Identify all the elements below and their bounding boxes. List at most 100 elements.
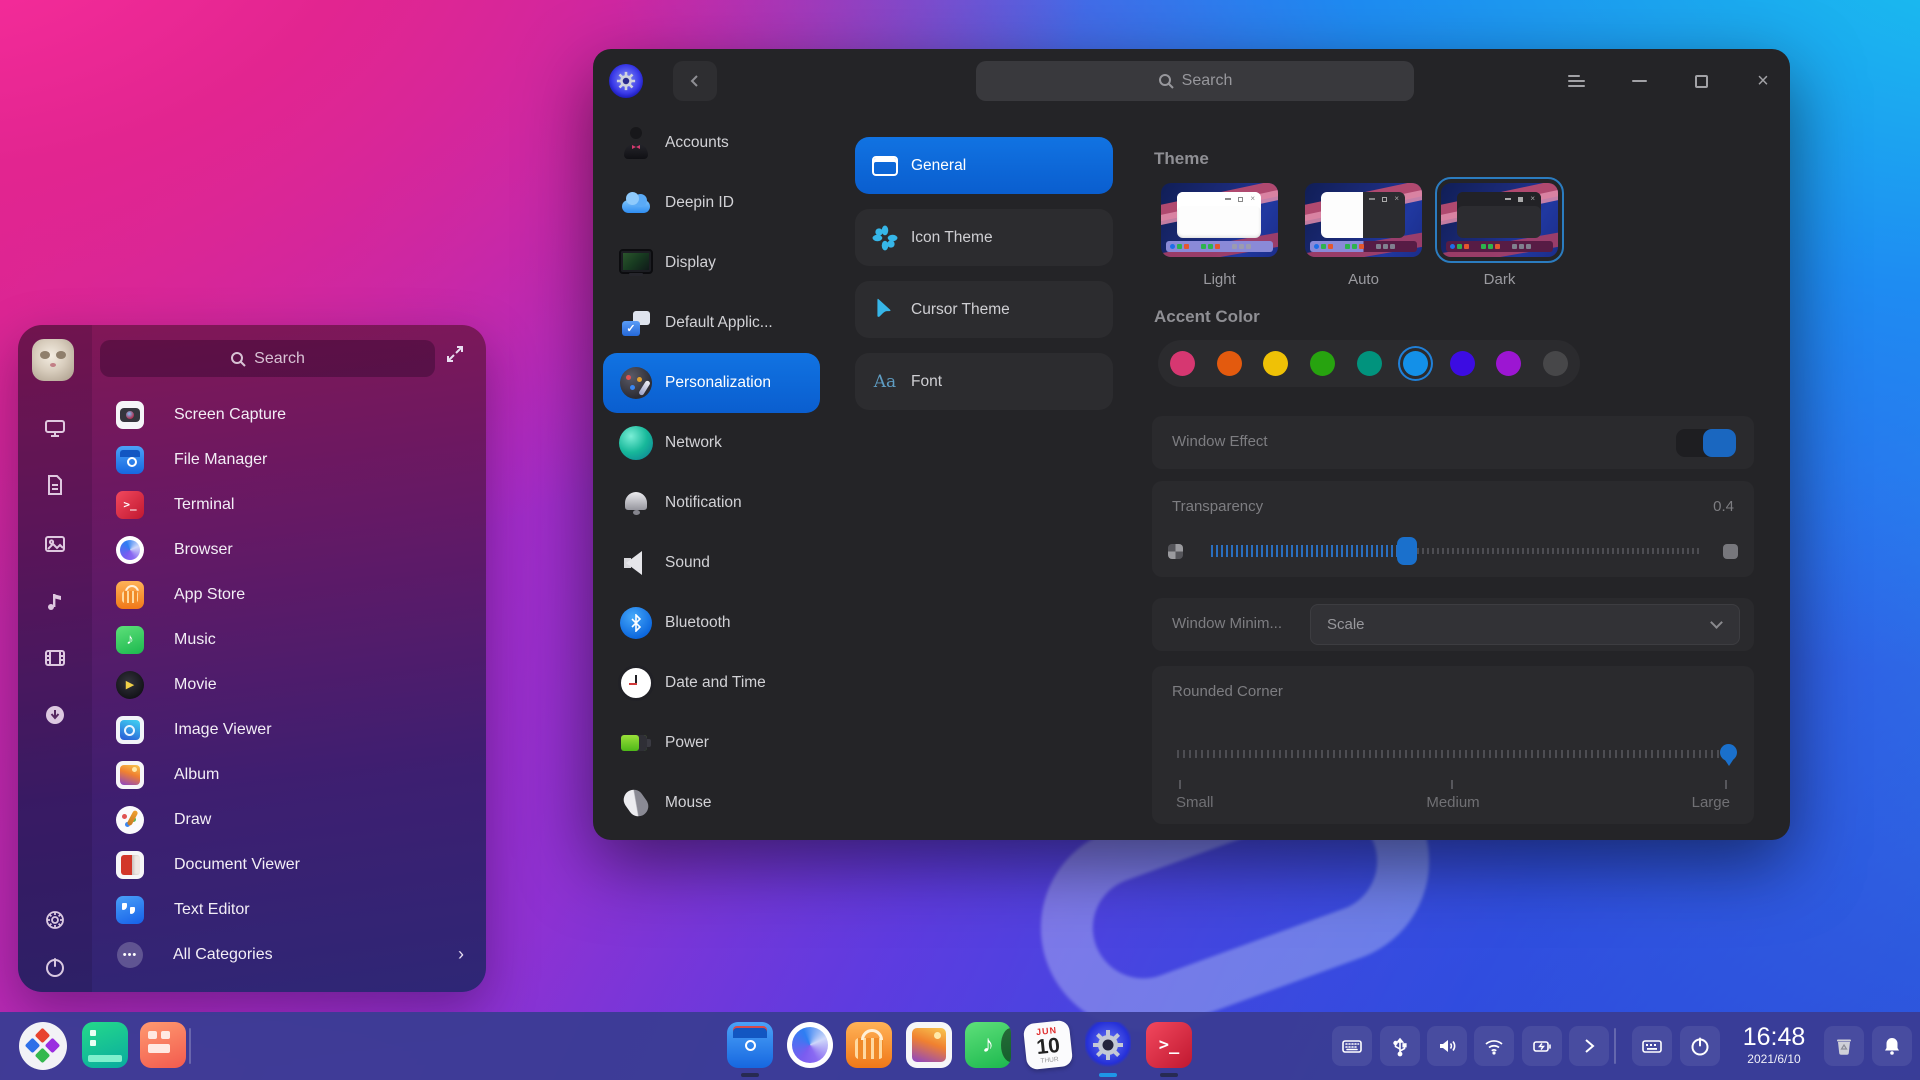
transparency-slider[interactable]	[1152, 531, 1754, 571]
sidebar-item-power[interactable]: Power	[603, 713, 820, 773]
back-button[interactable]	[673, 61, 717, 101]
personalization-icon	[617, 364, 655, 402]
transparency-slider-handle[interactable]	[1397, 537, 1417, 565]
launcher-app-screen-capture[interactable]: Screen Capture	[92, 392, 486, 437]
sidebar-item-network[interactable]: Network	[603, 413, 820, 473]
sidebar-item-accounts[interactable]: Accounts	[603, 113, 820, 173]
dock-show-desktop-button[interactable]	[82, 1022, 128, 1068]
dock-control-center[interactable]	[1085, 1022, 1131, 1068]
default-apps-icon	[617, 304, 655, 342]
dock-browser[interactable]	[787, 1022, 833, 1068]
theme-option-auto[interactable]: × Auto	[1305, 183, 1422, 288]
launcher-app-file-manager[interactable]: File Manager	[92, 437, 486, 482]
window-minimize-button[interactable]	[1616, 63, 1662, 99]
sidebar-item-sound[interactable]: Sound	[603, 533, 820, 593]
accent-swatch-blue-selected[interactable]	[1403, 351, 1428, 376]
rounded-corner-slider-handle[interactable]	[1720, 744, 1737, 761]
launcher-fullscreen-toggle-icon[interactable]	[445, 344, 465, 364]
tray-battery[interactable]	[1522, 1026, 1562, 1066]
accent-swatch-indigo[interactable]	[1450, 351, 1475, 376]
tray-keyboard-layout[interactable]	[1332, 1026, 1372, 1066]
dock-launcher-button[interactable]	[19, 1022, 67, 1070]
tab-cursor-theme[interactable]: Cursor Theme	[855, 281, 1113, 338]
launcher-power-icon[interactable]	[44, 956, 66, 978]
desktop: Search Screen Capture File Manager >_Ter…	[0, 0, 1920, 1080]
sidebar-label: Sound	[665, 554, 710, 572]
launcher-app-terminal[interactable]: >_Terminal	[92, 482, 486, 527]
accent-swatch-pink[interactable]	[1170, 351, 1195, 376]
launcher-app-app-store[interactable]: App Store	[92, 572, 486, 617]
launcher-search-input[interactable]: Search	[100, 340, 435, 377]
window-frame-icon	[872, 153, 898, 179]
launcher-panel: Search Screen Capture File Manager >_Ter…	[18, 325, 486, 992]
minimize-effect-dropdown[interactable]: Scale	[1310, 604, 1740, 645]
launcher-app-document-viewer[interactable]: Document Viewer	[92, 842, 486, 887]
accent-swatch-yellow[interactable]	[1263, 351, 1288, 376]
dock-notification-center[interactable]	[1872, 1026, 1912, 1066]
launcher-app-browser[interactable]: Browser	[92, 527, 486, 572]
user-avatar[interactable]	[32, 339, 74, 381]
category-documents-icon[interactable]	[44, 474, 66, 496]
tray-wifi[interactable]	[1474, 1026, 1514, 1066]
theme-option-dark-selected[interactable]: × Dark	[1441, 183, 1558, 288]
clock-icon	[617, 664, 655, 702]
launcher-app-image-viewer[interactable]: Image Viewer	[92, 707, 486, 752]
window-menu-button[interactable]	[1553, 63, 1599, 99]
accent-swatch-green[interactable]	[1310, 351, 1335, 376]
tab-icon-theme[interactable]: Icon Theme	[855, 209, 1113, 266]
category-pictures-icon[interactable]	[44, 533, 66, 555]
settings-search-input[interactable]: Search	[976, 61, 1414, 101]
app-label: Terminal	[174, 496, 234, 514]
launcher-settings-icon[interactable]	[44, 909, 66, 931]
accent-swatch-orange[interactable]	[1217, 351, 1242, 376]
rounded-corner-slider[interactable]	[1177, 750, 1729, 758]
sidebar-item-notification[interactable]: Notification	[603, 473, 820, 533]
launcher-app-draw[interactable]: Draw	[92, 797, 486, 842]
sidebar-item-personalization[interactable]: Personalization	[603, 353, 820, 413]
tab-general[interactable]: General	[855, 137, 1113, 194]
transparency-value: 0.4	[1713, 498, 1734, 515]
all-categories-button[interactable]: ••• All Categories ›	[92, 932, 486, 977]
sidebar-item-deepin-id[interactable]: Deepin ID	[603, 173, 820, 233]
subnav-label: General	[911, 157, 966, 175]
category-desktop-icon[interactable]	[44, 417, 66, 439]
dock-clock[interactable]: 16:48 2021/6/10	[1728, 1024, 1820, 1067]
tab-font[interactable]: AaFont	[855, 353, 1113, 410]
theme-option-light[interactable]: × Light	[1161, 183, 1278, 288]
category-videos-icon[interactable]	[44, 647, 66, 669]
accent-swatch-purple[interactable]	[1496, 351, 1521, 376]
dock-album[interactable]	[906, 1022, 952, 1068]
window-effect-toggle[interactable]	[1676, 429, 1736, 457]
sidebar-label: Network	[665, 434, 722, 452]
sidebar-item-date-and-time[interactable]: Date and Time	[603, 653, 820, 713]
tray-usb[interactable]	[1380, 1026, 1420, 1066]
category-music-icon[interactable]	[44, 590, 66, 612]
launcher-app-music[interactable]: ♪Music	[92, 617, 486, 662]
launcher-app-movie[interactable]: ▶Movie	[92, 662, 486, 707]
sidebar-item-display[interactable]: Display	[603, 233, 820, 293]
control-center-running-indicator	[1099, 1073, 1117, 1077]
dock-calendar[interactable]: JUN 10 THUR	[1023, 1020, 1074, 1071]
app-label: Draw	[174, 811, 211, 829]
tray-expand-chevron[interactable]	[1569, 1026, 1609, 1066]
launcher-app-text-editor[interactable]: Text Editor	[92, 887, 486, 932]
dock-app-store[interactable]	[846, 1022, 892, 1068]
dock-terminal[interactable]: >_	[1146, 1022, 1192, 1068]
accent-swatch-teal[interactable]	[1357, 351, 1382, 376]
tray-volume[interactable]	[1427, 1026, 1467, 1066]
category-downloads-icon[interactable]	[44, 704, 66, 726]
window-maximize-button[interactable]	[1678, 63, 1724, 99]
sidebar-item-default-applications[interactable]: Default Applic...	[603, 293, 820, 353]
dock-file-manager[interactable]	[727, 1022, 773, 1068]
window-close-button[interactable]: ×	[1740, 63, 1786, 99]
sidebar-item-bluetooth[interactable]: Bluetooth	[603, 593, 820, 653]
tray-shutdown[interactable]	[1680, 1026, 1720, 1066]
sidebar-item-mouse[interactable]: Mouse	[603, 773, 820, 833]
dock-music[interactable]: ♪	[965, 1022, 1011, 1068]
dock-multitasking-button[interactable]	[140, 1022, 186, 1068]
dock-trash[interactable]	[1824, 1026, 1864, 1066]
tray-onboard-keyboard[interactable]	[1632, 1026, 1672, 1066]
launcher-app-album[interactable]: Album	[92, 752, 486, 797]
accent-swatch-gray[interactable]	[1543, 351, 1568, 376]
transparent-end-icon	[1168, 544, 1183, 559]
